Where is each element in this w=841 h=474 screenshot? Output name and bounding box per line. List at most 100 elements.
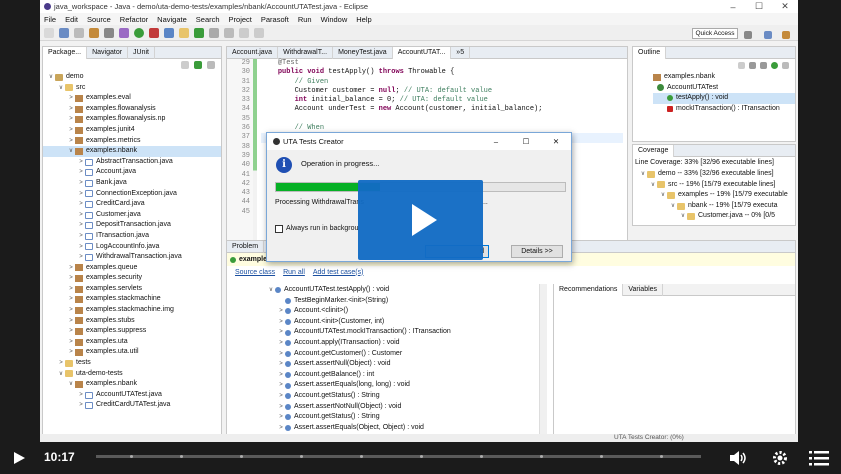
- expand-arrow-icon[interactable]: >: [67, 93, 75, 104]
- tree-item[interactable]: > examples.metrics: [43, 136, 221, 147]
- perspective-icon[interactable]: [744, 31, 752, 39]
- expand-arrow-icon[interactable]: >: [67, 263, 75, 274]
- chapter-marker[interactable]: [360, 455, 363, 458]
- expand-arrow-icon[interactable]: >: [77, 189, 85, 200]
- tree-item[interactable]: > ConnectionException.java: [43, 189, 221, 200]
- coverage-icon[interactable]: [194, 27, 204, 38]
- view-menu-icon[interactable]: [207, 61, 215, 69]
- tree-item[interactable]: > WithdrawalTransaction.java: [43, 252, 221, 263]
- tree-item[interactable]: > examples.stackmachine: [43, 294, 221, 305]
- expand-arrow-icon[interactable]: >: [77, 242, 85, 253]
- expand-arrow-icon[interactable]: >: [67, 316, 75, 327]
- collapse-arrow-icon[interactable]: ∨: [47, 72, 55, 83]
- expand-arrow-icon[interactable]: >: [277, 380, 285, 391]
- menu-refactor[interactable]: Refactor: [120, 15, 148, 24]
- test-flow-item[interactable]: > Account.apply(ITransaction) : void: [267, 338, 537, 349]
- collapse-arrow-icon[interactable]: ∨: [67, 146, 75, 157]
- expand-arrow-icon[interactable]: >: [77, 390, 85, 401]
- source-class-link[interactable]: Source class: [235, 269, 275, 276]
- tab-junit[interactable]: JUnit: [128, 47, 155, 59]
- tree-item[interactable]: > ITransaction.java: [43, 231, 221, 242]
- annotation-icon[interactable]: [224, 27, 234, 38]
- maximize-button[interactable]: ☐: [746, 1, 772, 12]
- test-flow-item[interactable]: > AccountUTATest.mockITransaction() : ITr…: [267, 327, 537, 338]
- tree-item[interactable]: > CreditCard.java: [43, 199, 221, 210]
- expand-arrow-icon[interactable]: >: [67, 114, 75, 125]
- expand-arrow-icon[interactable]: >: [77, 199, 85, 210]
- expand-arrow-icon[interactable]: >: [277, 391, 285, 402]
- tree-item[interactable]: > examples.servlets: [43, 284, 221, 295]
- tree-item[interactable]: ∨ demo: [43, 72, 221, 83]
- expand-arrow-icon[interactable]: >: [277, 370, 285, 381]
- hide-nonpublic-icon[interactable]: [771, 61, 778, 69]
- test-flow-item[interactable]: > Assert.assertNotNull(Object) : void: [267, 402, 537, 413]
- tree-item[interactable]: > AbstractTransaction.java: [43, 157, 221, 168]
- tree-item[interactable]: > DepositTransaction.java: [43, 220, 221, 231]
- chapter-marker[interactable]: [240, 455, 243, 458]
- expand-arrow-icon[interactable]: ∨: [649, 180, 657, 191]
- run-icon[interactable]: [134, 27, 144, 38]
- chapter-marker[interactable]: [480, 455, 483, 458]
- settings-gear-icon[interactable]: [771, 449, 789, 467]
- play-control-icon[interactable]: [12, 451, 26, 465]
- collapse-arrow-icon[interactable]: ∨: [67, 379, 75, 390]
- expand-arrow-icon[interactable]: >: [67, 337, 75, 348]
- tree-item[interactable]: > examples.stackmachine.img: [43, 305, 221, 316]
- expand-arrow-icon[interactable]: >: [77, 220, 85, 231]
- expand-arrow-icon[interactable]: >: [77, 231, 85, 242]
- expand-arrow-icon[interactable]: ∨: [679, 211, 687, 222]
- tree-item[interactable]: > examples.eval: [43, 93, 221, 104]
- outline-item[interactable]: mockITransaction() : ITransaction: [653, 104, 795, 115]
- expand-arrow-icon[interactable]: >: [67, 125, 75, 136]
- new-icon[interactable]: [44, 27, 54, 38]
- tab-recommendations[interactable]: Recommendations: [554, 283, 624, 296]
- test-flow-item[interactable]: > Assert.assertEquals(long, long) : void: [267, 380, 537, 391]
- tree-item[interactable]: > examples.flowanalysis: [43, 104, 221, 115]
- link-editor-icon[interactable]: [194, 61, 202, 69]
- menu-source[interactable]: Source: [87, 15, 111, 24]
- java-perspective-icon[interactable]: [764, 31, 772, 39]
- tab-navigator[interactable]: Navigator: [87, 47, 129, 59]
- expand-arrow-icon[interactable]: >: [77, 252, 85, 263]
- collapse-arrow-icon[interactable]: ∨: [57, 83, 65, 94]
- menu-search[interactable]: Search: [196, 15, 220, 24]
- test-flow-item[interactable]: > Assert.assertNull(Object) : void: [267, 359, 537, 370]
- run-all-link[interactable]: Run all: [283, 269, 305, 276]
- menu-edit[interactable]: Edit: [65, 15, 78, 24]
- test-flow-item[interactable]: > Account.getStatus() : String: [267, 412, 537, 423]
- tab-package-explorer[interactable]: Package...: [43, 47, 88, 59]
- outline-menu-icon[interactable]: [782, 61, 789, 69]
- collapse-all-icon[interactable]: [181, 61, 189, 69]
- expand-arrow-icon[interactable]: >: [277, 338, 285, 349]
- tab-variables[interactable]: Variables: [623, 283, 664, 296]
- tree-item[interactable]: > Customer.java: [43, 210, 221, 221]
- video-scrubber[interactable]: [96, 455, 701, 458]
- expand-arrow-icon[interactable]: >: [277, 402, 285, 413]
- outline-item[interactable]: AccountUTATest: [653, 83, 795, 94]
- menu-parasoft[interactable]: Parasoft: [261, 15, 289, 24]
- tree-item[interactable]: > examples.flowanalysis.np: [43, 114, 221, 125]
- test-flow-item[interactable]: > Account.getStatus() : String: [267, 391, 537, 402]
- new-class-icon[interactable]: [164, 27, 174, 38]
- outline-item[interactable]: examples.nbank: [653, 72, 795, 83]
- dialog-minimize-button[interactable]: –: [481, 137, 511, 146]
- expand-arrow-icon[interactable]: >: [277, 423, 285, 434]
- test-flow-item[interactable]: TestBeginMarker.<init>(String): [267, 296, 537, 307]
- expand-arrow-icon[interactable]: >: [57, 358, 65, 369]
- expand-arrow-icon[interactable]: >: [77, 400, 85, 411]
- menu-project[interactable]: Project: [229, 15, 252, 24]
- chapter-marker[interactable]: [600, 455, 603, 458]
- print-icon[interactable]: [74, 27, 84, 38]
- quick-access-input[interactable]: Quick Access: [692, 28, 738, 39]
- parasoft-perspective-icon[interactable]: [782, 31, 790, 39]
- tree-item[interactable]: > CreditCardUTATest.java: [43, 400, 221, 411]
- test-flow-item[interactable]: > Account.<clinit>(): [267, 306, 537, 317]
- save-icon[interactable]: [59, 27, 69, 38]
- tree-item[interactable]: > examples.suppress: [43, 326, 221, 337]
- expand-arrow-icon[interactable]: >: [77, 178, 85, 189]
- menu-run[interactable]: Run: [298, 15, 312, 24]
- tree-item[interactable]: > examples.stubs: [43, 316, 221, 327]
- editor-tab[interactable]: WithdrawalT...: [278, 47, 334, 59]
- tree-item[interactable]: > examples.uta.util: [43, 347, 221, 358]
- dialog-close-button[interactable]: ✕: [541, 137, 571, 146]
